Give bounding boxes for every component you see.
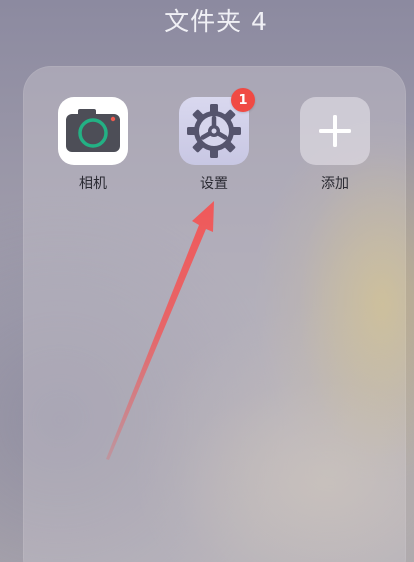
notification-badge: 1: [231, 88, 255, 112]
settings-app-icon[interactable]: 1: [179, 88, 255, 165]
plus-icon: [319, 115, 351, 147]
app-add[interactable]: 添加: [299, 97, 371, 193]
app-settings[interactable]: 1 设置: [178, 88, 255, 193]
folder-title[interactable]: 文件夹 4: [0, 2, 414, 38]
camera-icon[interactable]: [58, 97, 128, 165]
app-camera[interactable]: 相机: [57, 97, 129, 193]
app-label-add: 添加: [321, 176, 349, 192]
add-app-tile[interactable]: [300, 97, 370, 165]
app-label-settings: 设置: [200, 176, 228, 192]
app-label-camera: 相机: [79, 176, 107, 192]
